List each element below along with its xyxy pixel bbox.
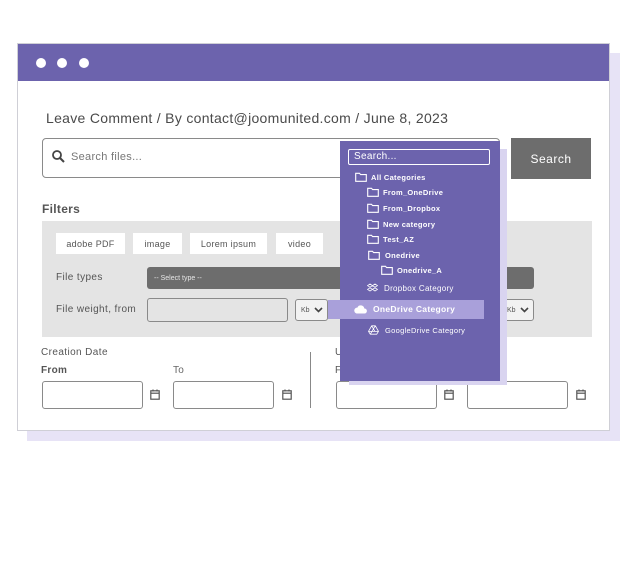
chevron-down-icon (520, 307, 529, 313)
category-item-label: Onedrive (385, 250, 420, 260)
category-item-dropbox[interactable]: Dropbox Category (367, 283, 454, 293)
filters-title: Filters (42, 202, 81, 216)
folder-icon (368, 250, 380, 260)
category-item-label: From_OneDrive (383, 187, 444, 197)
cloud-icon (354, 304, 367, 313)
category-item-label: New category (383, 219, 436, 229)
category-item-googledrive[interactable]: GoogleDrive Category (368, 325, 465, 335)
file-weight-min-input[interactable] (147, 298, 288, 322)
calendar-icon[interactable] (576, 389, 586, 400)
category-item-label: OneDrive Category (373, 304, 456, 314)
category-item-label: Onedrive_A (397, 265, 443, 275)
folder-icon (367, 219, 379, 229)
creation-date-label: Creation Date (41, 347, 108, 358)
unit-min-value: Kb (301, 306, 310, 314)
creation-from-input[interactable] (42, 381, 143, 409)
post-meta: Leave Comment / By contact@joomunited.co… (46, 110, 449, 126)
creation-from-label: From (41, 365, 68, 376)
category-item-label: Test_AZ (383, 234, 415, 244)
calendar-icon[interactable] (444, 389, 454, 400)
category-item-all[interactable]: All Categories (355, 172, 426, 182)
category-item-onedrive[interactable]: Onedrive (367, 250, 420, 260)
window-dot-icon[interactable] (79, 58, 89, 68)
creation-to-label: To (173, 365, 185, 376)
window-dot-icon[interactable] (57, 58, 67, 68)
update-from-input[interactable] (336, 381, 437, 409)
category-item-label: Dropbox Category (384, 283, 454, 293)
calendar-icon[interactable] (282, 389, 292, 400)
folder-icon (355, 172, 367, 182)
browser-window: Leave Comment / By contact@joomunited.co… (17, 43, 610, 431)
folder-icon (381, 265, 393, 275)
creation-to-input[interactable] (173, 381, 274, 409)
filter-tag[interactable]: video (276, 233, 323, 254)
category-item-label: All Categories (371, 172, 426, 182)
search-button[interactable]: Search (511, 138, 591, 179)
category-item-label: From_Dropbox (383, 203, 441, 213)
category-item-onedrive-cloud[interactable]: OneDrive Category (353, 304, 455, 314)
google-drive-icon (368, 325, 379, 335)
filter-tag[interactable]: adobe PDF (56, 233, 125, 254)
category-item-from-onedrive[interactable]: From_OneDrive (367, 187, 443, 197)
filters-panel: adobe PDF image Lorem ipsum video File t… (42, 221, 592, 337)
window-titlebar (18, 44, 609, 81)
folder-icon (367, 203, 379, 213)
search-placeholder: Search files... (71, 151, 143, 163)
dropbox-icon (367, 283, 378, 292)
folder-icon (367, 187, 379, 197)
file-types-label: File types (56, 272, 103, 283)
category-search-input[interactable]: Search... (348, 149, 490, 165)
filter-tag[interactable]: Lorem ipsum (190, 233, 267, 254)
window-dot-icon[interactable] (36, 58, 46, 68)
category-item-label: GoogleDrive Category (385, 325, 466, 335)
unit-max-value: Kb (507, 306, 516, 314)
category-item-from-dropbox[interactable]: From_Dropbox (367, 203, 440, 213)
unit-min-select[interactable]: Kb (295, 299, 328, 321)
search-icon (52, 150, 65, 163)
category-item-onedrive-a[interactable]: Onedrive_A (381, 265, 442, 275)
update-to-input[interactable] (467, 381, 568, 409)
filter-tag[interactable]: image (133, 233, 182, 254)
date-divider (310, 352, 311, 408)
folder-icon (367, 234, 379, 244)
calendar-icon[interactable] (150, 389, 160, 400)
category-item-test-az[interactable]: Test_AZ (367, 234, 414, 244)
category-dropdown: Search... All Categories From_OneDrive F… (328, 141, 500, 381)
category-item-new-category[interactable]: New category (367, 219, 435, 229)
chevron-down-icon (314, 307, 323, 313)
file-weight-label: File weight, from (56, 304, 137, 315)
